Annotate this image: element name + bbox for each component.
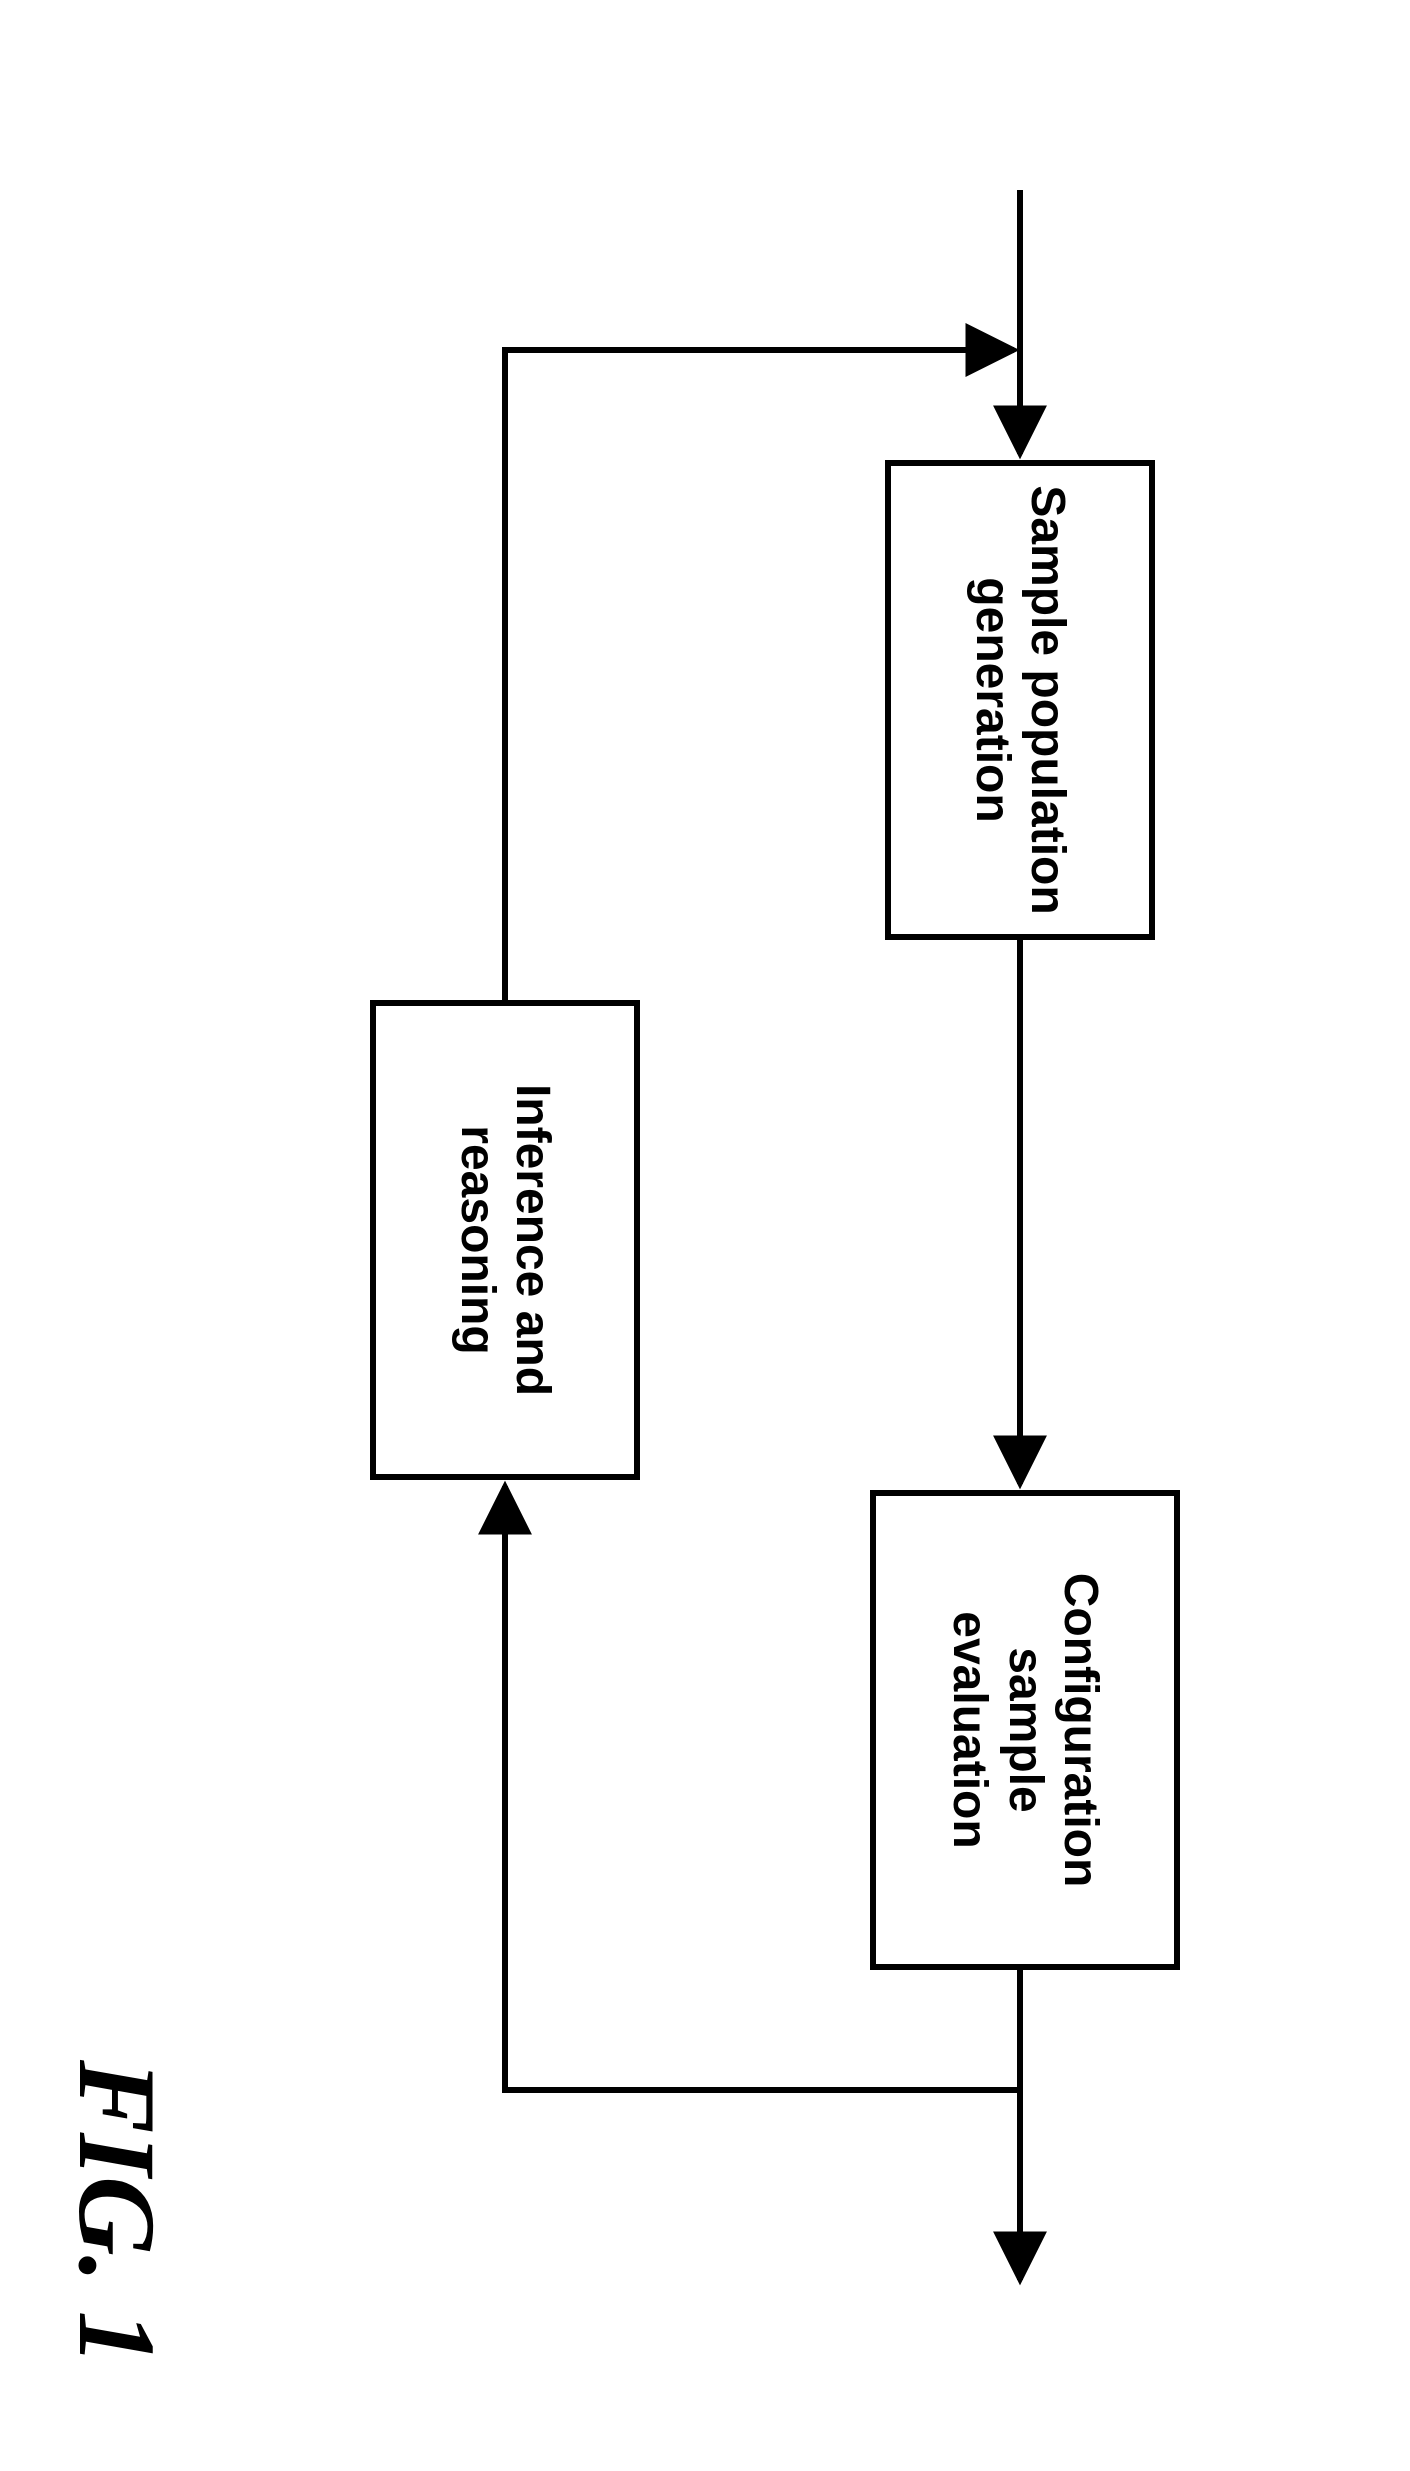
box-label: Inference andreasoning [450, 1084, 560, 1396]
figure-label: FIG. 1 [53, 2060, 180, 2366]
box-label: Configurationsampleevaluation [942, 1573, 1108, 1888]
flow-arrows [0, 0, 1410, 2471]
box-inference-and-reasoning: Inference andreasoning [370, 1000, 640, 1480]
box-sample-population-generation: Sample populationgeneration [885, 460, 1155, 940]
box-label: Sample populationgeneration [965, 485, 1075, 914]
box-configuration-sample-evaluation: Configurationsampleevaluation [870, 1490, 1180, 1970]
